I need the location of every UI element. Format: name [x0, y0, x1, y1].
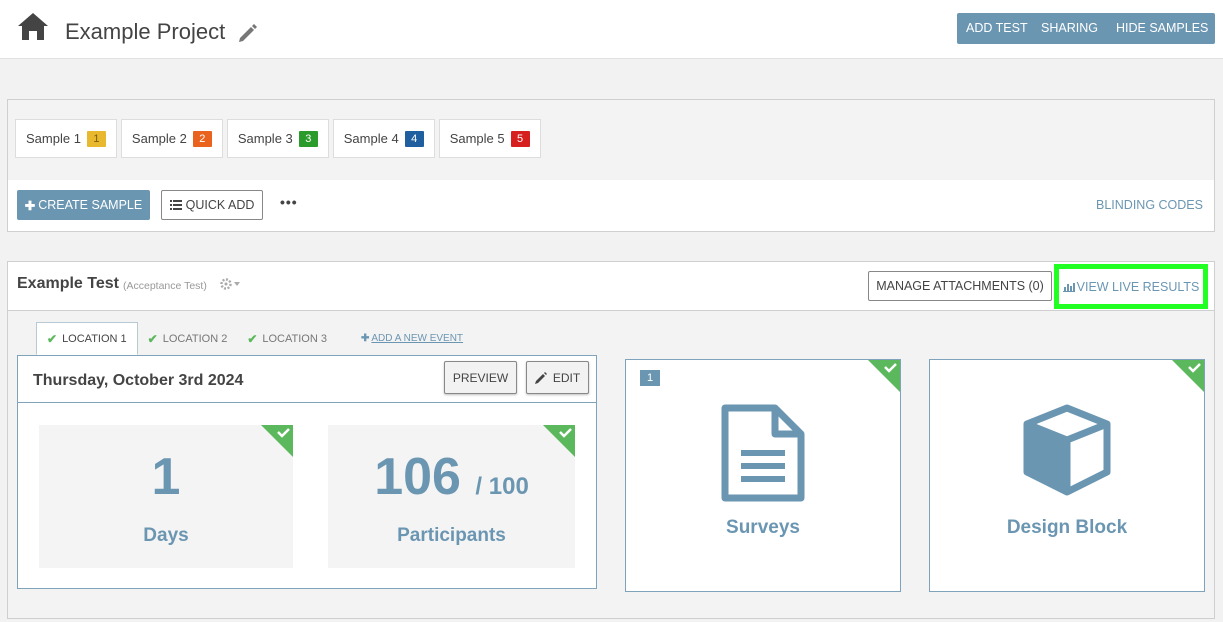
preview-button[interactable]: PREVIEW [444, 361, 517, 394]
sample-badge: 3 [298, 130, 318, 147]
gear-dropdown-icon[interactable] [220, 277, 242, 291]
sample-label: Sample 1 [26, 131, 81, 146]
sample-chip-1[interactable]: Sample 1 1 [15, 119, 117, 158]
participants-value: 106 [374, 448, 461, 506]
pencil-icon [534, 371, 547, 384]
list-icon [169, 200, 182, 210]
participants-label: Participants [397, 525, 506, 546]
event-card: Thursday, October 3rd 2024 PREVIEW EDIT … [17, 355, 597, 589]
block-icon-wrapper [626, 404, 900, 502]
sample-label: Sample 3 [237, 131, 293, 146]
hide-samples-button[interactable]: HIDE SAMPLES [1116, 21, 1208, 35]
add-event-link[interactable]: ✚ ADD A NEW EVENT [337, 322, 473, 355]
sample-label: Sample 2 [131, 131, 187, 146]
days-value: 1 [151, 448, 181, 506]
design-block-label: Design Block [1006, 517, 1128, 538]
event-date: Thursday, October 3rd 2024 [33, 372, 244, 389]
samples-list: Sample 1 1 Sample 2 2 Sample 3 3 Sample … [15, 119, 541, 158]
surveys-count-badge: 1 [640, 370, 660, 386]
view-live-results-label: VIEW LIVE RESULTS [1076, 279, 1200, 294]
tab-location-1[interactable]: ✔ LOCATION 1 [36, 322, 138, 355]
days-label: Days [143, 525, 189, 546]
manage-attachments-button[interactable]: MANAGE ATTACHMENTS (0) [868, 271, 1052, 301]
sample-badge: 2 [192, 130, 212, 147]
test-panel: Example Test (Acceptance Test) MANAGE AT… [7, 261, 1215, 619]
block-icon-wrapper [930, 404, 1204, 502]
days-stat[interactable]: 1 Days [39, 425, 293, 568]
add-test-button[interactable]: ADD TEST [966, 21, 1028, 35]
sample-badge: 5 [510, 130, 530, 147]
project-title: Example Project [65, 19, 226, 44]
document-icon [721, 404, 805, 502]
tab-label: LOCATION 3 [262, 332, 327, 345]
participants-stat[interactable]: 106 / 100 Participants [328, 425, 575, 568]
view-live-results-button[interactable]: VIEW LIVE RESULTS [1054, 264, 1208, 309]
surveys-block[interactable]: 1 Surveys [625, 359, 901, 592]
sample-chip-4[interactable]: Sample 4 4 [332, 119, 435, 158]
check-icon: ✔ [247, 331, 258, 346]
sample-chip-2[interactable]: Sample 2 2 [120, 119, 223, 158]
more-options-icon[interactable]: ••• [280, 194, 298, 210]
samples-panel: Sample 1 1 Sample 2 2 Sample 3 3 Sample … [7, 99, 1215, 232]
sample-badge: 1 [86, 130, 106, 147]
tab-location-3[interactable]: ✔ LOCATION 3 [237, 322, 337, 355]
add-event-label: ADD A NEW EVENT [371, 333, 464, 344]
check-icon: ✔ [147, 331, 158, 346]
bar-chart-icon [1062, 282, 1075, 292]
surveys-label: Surveys [726, 517, 800, 538]
create-sample-label: CREATE SAMPLE [38, 198, 143, 212]
test-type: (Acceptance Test) [123, 280, 207, 292]
edit-button[interactable]: EDIT [526, 361, 589, 394]
sample-label: Sample 4 [343, 131, 399, 146]
complete-check-corner-icon [868, 360, 900, 392]
plus-icon: ✚ [360, 333, 370, 344]
tab-label: LOCATION 2 [162, 332, 228, 345]
edit-label: EDIT [552, 370, 581, 385]
sharing-button[interactable]: SHARING [1041, 21, 1098, 35]
participants-denominator: / 100 [475, 473, 529, 500]
check-icon: ✔ [47, 331, 58, 346]
top-header: Example Project ADD TEST SHARING HIDE SA… [0, 0, 1223, 59]
sample-label: Sample 5 [449, 131, 505, 146]
location-tabs: ✔ LOCATION 1 ✔ LOCATION 2 ✔ LOCATION 3 ✚… [36, 322, 473, 356]
participants-value-wrapper: 106 / 100 [328, 447, 575, 507]
plus-icon: ✚ [24, 198, 36, 213]
cube-icon [1023, 404, 1111, 496]
tab-location-2[interactable]: ✔ LOCATION 2 [138, 322, 238, 355]
sample-chip-5[interactable]: Sample 5 5 [438, 119, 541, 158]
complete-check-corner-icon [1172, 360, 1204, 392]
event-header: Thursday, October 3rd 2024 PREVIEW EDIT [18, 356, 596, 403]
header-button-group: ADD TEST SHARING HIDE SAMPLES [957, 13, 1215, 44]
quick-add-label: QUICK ADD [185, 198, 255, 212]
quick-add-button[interactable]: QUICK ADD [161, 190, 263, 220]
home-icon[interactable] [16, 11, 50, 41]
pencil-icon[interactable] [237, 22, 259, 44]
design-block[interactable]: Design Block [929, 359, 1205, 592]
blinding-codes-link[interactable]: BLINDING CODES [1096, 198, 1203, 212]
sample-badge: 4 [404, 130, 424, 147]
add-event-wrapper: ✚ ADD A NEW EVENT [361, 333, 463, 344]
sample-toolbar: ✚ CREATE SAMPLE QUICK ADD ••• BLINDING C… [8, 180, 1214, 231]
test-title: Example Test [17, 275, 119, 292]
tab-label: LOCATION 1 [62, 332, 127, 345]
sample-chip-3[interactable]: Sample 3 3 [226, 119, 329, 158]
test-header: Example Test (Acceptance Test) MANAGE AT… [8, 262, 1214, 311]
create-sample-button[interactable]: ✚ CREATE SAMPLE [17, 190, 150, 220]
